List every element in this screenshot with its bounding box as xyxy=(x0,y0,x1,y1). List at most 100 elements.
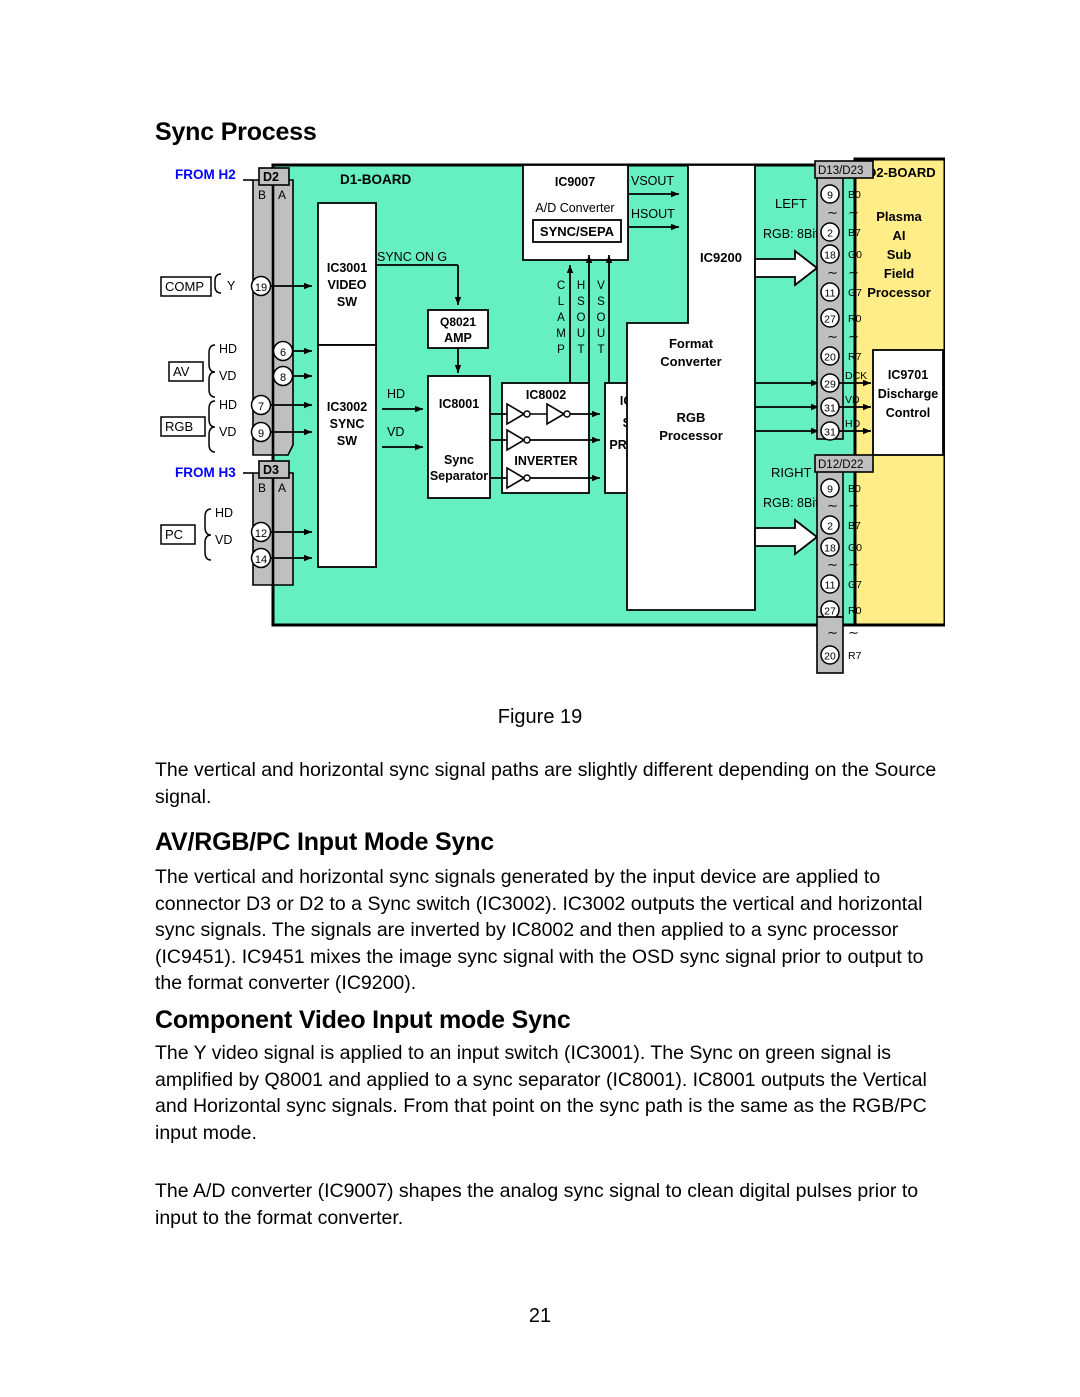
bus-break-label-5: ∼ xyxy=(848,557,859,572)
svg-text:O: O xyxy=(577,312,586,324)
block-ic3002 xyxy=(317,344,377,568)
pin-circle-d12-2: 2 xyxy=(820,515,840,535)
svg-text:V: V xyxy=(597,280,605,292)
pin-circle-d13-9: 9 xyxy=(820,184,840,204)
svg-text:P: P xyxy=(557,344,565,356)
connector-d13-d23-id: D13/D23 xyxy=(818,165,863,177)
bus-break-label-3: ∼ xyxy=(848,329,859,344)
svg-text:11: 11 xyxy=(825,580,836,592)
bus-pin-label-r7-left: R7 xyxy=(848,351,862,363)
input-signal-rgb-hd: HD xyxy=(219,398,237,412)
block-plasma-line1: Plasma xyxy=(876,209,922,224)
block-ic8001-line1: IC8001 xyxy=(439,397,479,411)
block-ic9007-line1: IC9007 xyxy=(555,175,595,189)
pin-circle-d13-31-vd: 31 xyxy=(820,397,840,417)
block-ic3002-line2: SYNC xyxy=(330,417,365,431)
block-ic8002-line1: IC8002 xyxy=(526,388,566,402)
pin-circle-d13-27: 27 xyxy=(820,308,840,328)
block-ic9200-line5: Processor xyxy=(659,428,723,443)
bus-pin-label-g0-left: G0 xyxy=(848,249,862,261)
input-label-av: AV xyxy=(173,364,190,379)
bus-pin-label-g7-left: G7 xyxy=(848,287,862,299)
label-hsout: HSOUT xyxy=(631,207,675,221)
pin-circle-d12-20: 20 xyxy=(820,645,840,665)
pin-circle-d12-18: 18 xyxy=(820,537,840,557)
pin-circle-d12-11: 11 xyxy=(820,574,840,594)
block-ic9200-line3: Converter xyxy=(660,354,721,369)
body-ad-converter: The A/D converter (IC9007) shapes the an… xyxy=(155,1180,919,1229)
block-plasma-line2: AI xyxy=(893,228,906,243)
pin-circle-d13-31-hd: 31 xyxy=(820,421,840,441)
pin-circle-d12-9: 9 xyxy=(820,478,840,498)
block-ic9701-line1: IC9701 xyxy=(888,368,928,382)
block-q8021-line1: Q8021 xyxy=(440,315,476,329)
svg-text:L: L xyxy=(558,296,565,308)
body-component-video: The Y video signal is applied to an inpu… xyxy=(155,1042,927,1144)
svg-text:31: 31 xyxy=(824,403,836,415)
label-right: RIGHT xyxy=(771,465,812,480)
svg-text:O: O xyxy=(597,312,606,324)
pin-circle-8: 8 xyxy=(272,365,294,387)
svg-text:T: T xyxy=(577,344,584,356)
pin-circle-d13-11: 11 xyxy=(820,282,840,302)
input-signal-pc-hd: HD xyxy=(215,506,233,520)
connector-d12-d22-id: D12/D22 xyxy=(818,459,863,471)
svg-text:14: 14 xyxy=(255,554,267,566)
bus-pin-label-g7-right: G7 xyxy=(848,579,862,591)
d2-board-label: D2-BOARD xyxy=(867,165,936,180)
svg-text:31: 31 xyxy=(824,427,836,439)
svg-text:27: 27 xyxy=(824,606,836,618)
input-label-pc: PC xyxy=(165,527,183,542)
svg-text:H: H xyxy=(577,280,585,292)
bus-break-label-1: ∼ xyxy=(848,205,859,220)
svg-text:7: 7 xyxy=(258,401,264,413)
label-from-h3: FROM H3 xyxy=(175,465,236,480)
connector-d2-side-b: B xyxy=(258,188,266,202)
label-hsout-vertical: HS OU T xyxy=(577,280,586,356)
svg-text:20: 20 xyxy=(824,651,836,663)
pin-circle-d13-18: 18 xyxy=(820,244,840,264)
block-ic9701-line2: Discharge xyxy=(878,387,938,401)
label-from-h2: FROM H2 xyxy=(175,167,236,182)
block-ic9701 xyxy=(872,349,944,456)
label-left: LEFT xyxy=(775,196,807,211)
intro-paragraph: The vertical and horizontal sync signal … xyxy=(155,759,937,808)
input-signal-comp-y: Y xyxy=(227,279,236,293)
bus-pin-label-b7-right: B7 xyxy=(848,520,861,532)
label-vsout: VSOUT xyxy=(631,174,674,188)
heading-component-video: Component Video Input mode Sync xyxy=(155,1006,571,1034)
svg-text:C: C xyxy=(557,280,565,292)
input-signal-pc-vd: VD xyxy=(215,533,232,547)
connector-d3-side-b: B xyxy=(258,481,266,495)
bus-pin-label-r0-right: R0 xyxy=(848,605,862,617)
svg-text:20: 20 xyxy=(824,352,836,364)
label-rgb-8bit-left: RGB: 8Bit xyxy=(763,227,819,241)
pin-circle-9: 9 xyxy=(250,421,272,443)
svg-text:12: 12 xyxy=(255,528,267,540)
input-label-rgb: RGB xyxy=(165,419,193,434)
bus-break-label-4: ∼ xyxy=(848,498,859,513)
svg-text:T: T xyxy=(597,344,604,356)
input-signal-av-vd: VD xyxy=(219,369,236,383)
input-signal-rgb-vd: VD xyxy=(219,425,236,439)
block-ic8001-line2: Sync xyxy=(444,453,474,467)
label-vd-ic8001: VD xyxy=(387,425,404,439)
figure-19-block-diagram: D1-BOARD D2-BOARD D2 B A D3 B A FROM H2 … xyxy=(155,155,945,700)
bus-break-icon-5: ∼ xyxy=(827,557,838,572)
bus-pin-label-g0-right: G0 xyxy=(848,542,862,554)
bus-break-label-2: ∼ xyxy=(848,265,859,280)
label-rgb-8bit-right: RGB: 8Bit xyxy=(763,496,819,510)
connector-d2-side-a: A xyxy=(278,188,286,202)
pin-circle-7: 7 xyxy=(250,394,272,416)
block-ic3001-line2: VIDEO xyxy=(328,278,367,292)
svg-text:2: 2 xyxy=(827,228,833,240)
label-clamp-vertical: CL AM P xyxy=(556,280,566,356)
svg-text:18: 18 xyxy=(824,250,836,262)
figure-caption: Figure 19 xyxy=(497,706,583,728)
pin-circle-d13-29: 29 xyxy=(820,373,840,393)
svg-text:2: 2 xyxy=(827,521,833,533)
block-ic3002-line3: SW xyxy=(337,434,357,448)
body-av-rgb-pc: The vertical and horizontal sync signals… xyxy=(155,866,924,994)
bus-pin-label-r0-left: R0 xyxy=(848,313,862,325)
pin-circle-d13-2: 2 xyxy=(820,222,840,242)
